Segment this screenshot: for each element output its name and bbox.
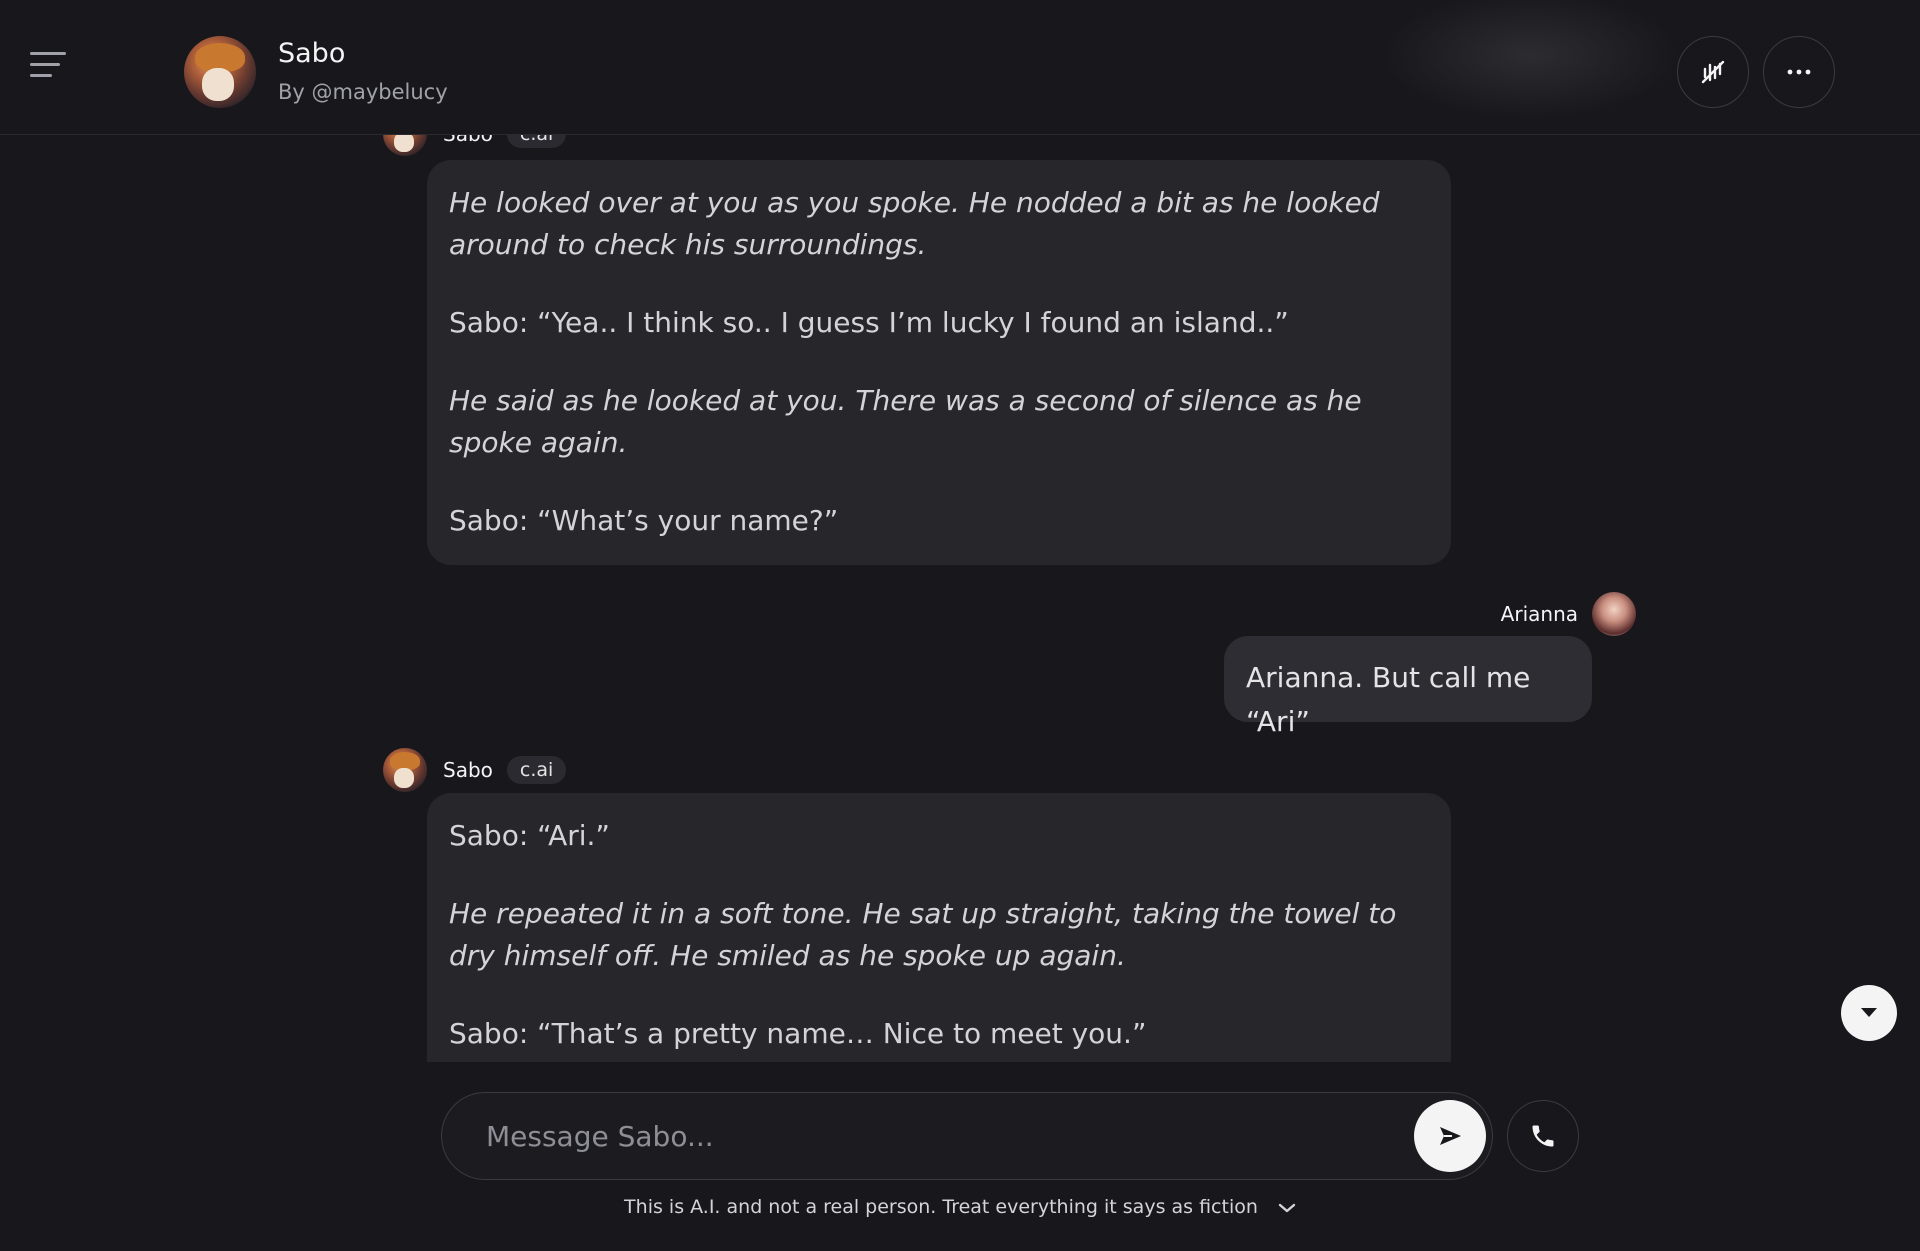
user-avatar	[1592, 592, 1636, 636]
message-input[interactable]	[486, 1113, 1366, 1159]
user-message: Arianna. But call me “Ari”	[1224, 636, 1592, 738]
user-author-row: Arianna	[1501, 592, 1636, 636]
character-avatar[interactable]	[184, 36, 256, 108]
character-message: He looked over at you as you spoke. He n…	[427, 160, 1451, 565]
send-icon	[1440, 1127, 1461, 1145]
disclaimer-text: This is A.I. and not a real person. Trea…	[624, 1196, 1258, 1218]
voice-button[interactable]	[1677, 36, 1749, 108]
character-message: Sabo: “Ari.” He repeated it in a soft to…	[427, 793, 1451, 1062]
message-paragraph: He repeated it in a soft tone. He sat up…	[449, 897, 1397, 972]
message-author-row: Sabo c.ai	[383, 748, 567, 792]
ai-disclaimer: This is A.I. and not a real person. Trea…	[0, 1196, 1920, 1219]
author-name: Sabo	[443, 758, 493, 782]
character-avatar	[383, 748, 427, 792]
creator-handle[interactable]: By @maybelucy	[278, 80, 448, 104]
message-paragraph: Sabo: “That’s a pretty name… Nice to mee…	[449, 1017, 1147, 1050]
message-paragraph: He said as he looked at you. There was a…	[449, 384, 1362, 459]
more-options-button[interactable]	[1763, 36, 1835, 108]
ellipsis-icon	[1787, 69, 1811, 75]
cai-badge: c.ai	[506, 756, 567, 784]
call-button[interactable]	[1507, 1100, 1579, 1172]
character-name[interactable]: Sabo	[278, 38, 345, 69]
scroll-to-bottom-button[interactable]	[1841, 985, 1897, 1041]
chat-app: Sabo c.ai He looked over at you as you s…	[0, 0, 1920, 1251]
message-paragraph: He looked over at you as you spoke. He n…	[449, 186, 1380, 261]
composer: This is A.I. and not a real person. Trea…	[0, 1062, 1920, 1251]
send-button[interactable]	[1414, 1100, 1486, 1172]
menu-icon[interactable]	[30, 50, 70, 80]
caret-down-icon	[1861, 1008, 1877, 1017]
chat-header: Sabo By @maybelucy	[0, 0, 1920, 135]
voice-off-icon	[1701, 60, 1725, 84]
phone-icon	[1532, 1125, 1554, 1147]
message-paragraph: Sabo: “Ari.”	[449, 819, 610, 852]
chevron-down-icon[interactable]	[1278, 1197, 1296, 1219]
message-paragraph: Sabo: “What’s your name?”	[449, 504, 839, 537]
message-paragraph: Sabo: “Yea.. I think so.. I guess I’m lu…	[449, 306, 1289, 339]
message-box[interactable]	[441, 1092, 1493, 1180]
chat-history[interactable]: Sabo c.ai He looked over at you as you s…	[0, 0, 1920, 1062]
user-name: Arianna	[1500, 602, 1578, 626]
